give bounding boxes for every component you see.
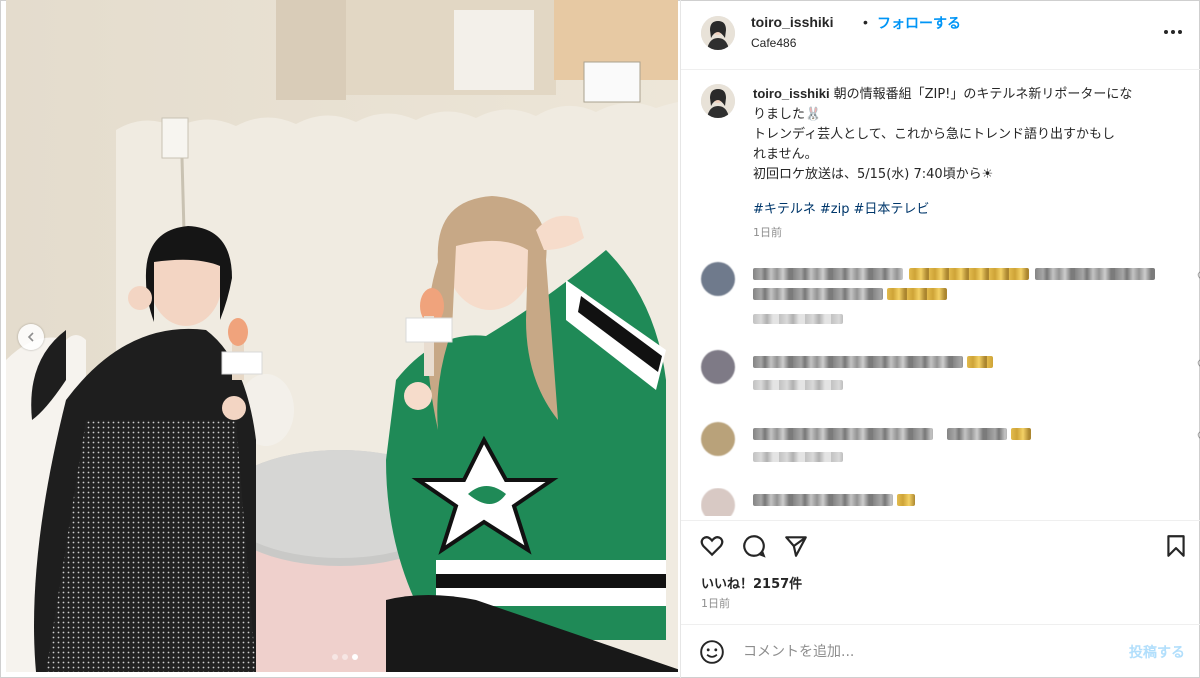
commenter-avatar[interactable] <box>701 350 735 384</box>
share-icon[interactable] <box>783 533 809 559</box>
comment-item <box>701 350 1200 410</box>
hashtag-list: #キテルネ #zip #日本テレビ <box>753 198 933 217</box>
blurred-comment-text <box>753 356 963 368</box>
blurred-comment-meta <box>753 380 843 390</box>
caption-text: toiro_isshiki 朝の情報番組「ZIP!」のキテルネ新リポーターにな り… <box>753 84 1183 185</box>
blurred-comment-text <box>753 288 883 300</box>
post-photo[interactable] <box>6 0 678 672</box>
comment-icon[interactable] <box>741 533 767 559</box>
photo-illustration <box>6 0 678 672</box>
commenter-avatar[interactable] <box>701 488 735 516</box>
avatar[interactable] <box>701 16 735 50</box>
heart-icon[interactable] <box>699 533 725 559</box>
caption-timestamp: 1日前 <box>753 226 782 239</box>
blurred-comment-text <box>753 428 933 440</box>
like-count[interactable]: いいね！2157件 <box>701 573 802 592</box>
avatar-image <box>701 84 735 118</box>
chevron-left-icon <box>27 332 34 342</box>
comment-item <box>701 488 1191 516</box>
caption-line: りました🐰 <box>753 107 822 122</box>
location-link[interactable]: Cafe486 <box>751 36 796 50</box>
carousel-dot <box>342 654 348 660</box>
caption-line: 朝の情報番組「ZIP!」のキテルネ新リポーターにな <box>833 87 1133 102</box>
commenter-avatar[interactable] <box>701 422 735 456</box>
blurred-comment-emoji <box>967 356 993 368</box>
comment-item <box>701 422 1200 482</box>
carousel-dot-active <box>352 654 358 660</box>
hashtag-link[interactable]: #キテルネ <box>753 202 816 217</box>
username[interactable]: toiro_isshiki <box>751 14 833 30</box>
caption-line: 初回ロケ放送は、5/15(水) 7:40頃から☀ <box>753 167 994 182</box>
blurred-comment-emoji <box>909 268 1029 280</box>
comment-input[interactable] <box>741 639 1115 665</box>
blurred-comment-emoji <box>1011 428 1031 440</box>
caption-line: れません。 <box>753 147 818 162</box>
carousel-dot <box>332 654 338 660</box>
post-header: toiro_isshiki • フォローする Cafe486 <box>681 0 1200 70</box>
blurred-comment-text <box>947 428 1007 440</box>
follow-button[interactable]: フォローする <box>877 13 961 33</box>
post-actions: いいね！2157件 1日前 <box>681 520 1200 621</box>
blurred-comment-emoji <box>897 494 915 506</box>
carousel-indicator <box>332 654 358 660</box>
blurred-comment-text <box>1035 268 1155 280</box>
avatar-image <box>701 16 735 50</box>
more-options-icon[interactable] <box>1161 22 1185 42</box>
commenter-avatar[interactable] <box>701 262 735 296</box>
hashtag-link[interactable]: #zip <box>820 202 850 217</box>
blurred-comment-emoji <box>887 288 947 300</box>
blurred-comment-meta <box>753 314 843 324</box>
comment-item <box>701 262 1200 324</box>
caption-username[interactable]: toiro_isshiki <box>753 86 830 101</box>
add-comment-bar: 投稿する <box>681 624 1200 678</box>
avatar[interactable] <box>701 84 735 118</box>
hashtag-link[interactable]: #日本テレビ <box>854 202 930 217</box>
post-comment-button[interactable]: 投稿する <box>1129 642 1185 662</box>
previous-slide-button[interactable] <box>18 324 44 350</box>
blurred-comment-meta <box>753 452 843 462</box>
bookmark-icon[interactable] <box>1163 533 1189 559</box>
post-sidebar: toiro_isshiki • フォローする Cafe486 toiro_iss… <box>680 0 1200 678</box>
smiley-icon[interactable] <box>699 639 725 665</box>
caption-line: トレンディ芸人として、これから急にトレンド語り出すかもし <box>753 127 1116 142</box>
blurred-comment-text <box>753 494 893 506</box>
post-timestamp: 1日前 <box>701 597 730 610</box>
blurred-comment-text <box>753 268 903 280</box>
separator-dot: • <box>863 14 868 30</box>
